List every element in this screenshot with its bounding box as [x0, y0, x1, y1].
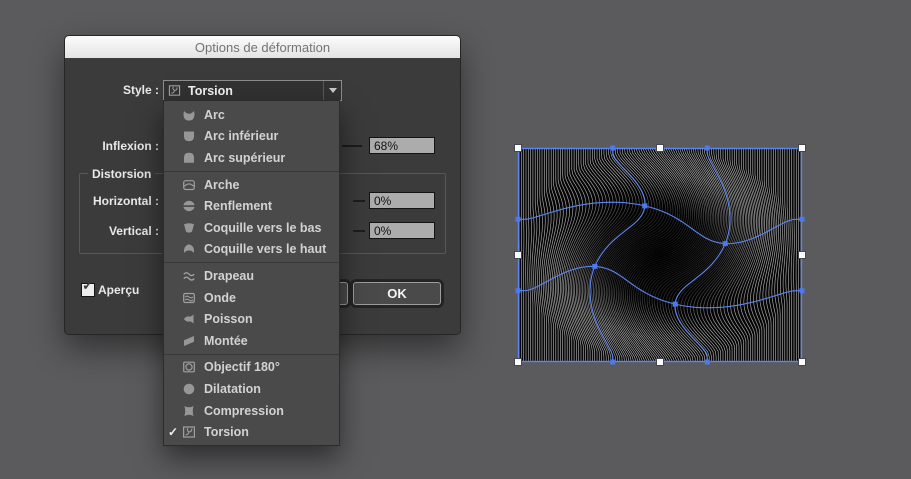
warped-artwork[interactable] [518, 148, 802, 362]
menu-item-wave[interactable]: Onde [164, 287, 339, 309]
menu-item-label: Arche [204, 178, 239, 192]
horizontal-input[interactable] [369, 192, 435, 209]
mesh-anchor [705, 360, 710, 365]
fisheye-icon [181, 359, 197, 375]
menu-separator [164, 171, 339, 172]
menu-item-bulge[interactable]: Renflement [164, 195, 339, 217]
arc-upper-icon [181, 150, 197, 166]
selection-handle [799, 145, 806, 152]
vertical-label: Vertical : [65, 224, 159, 238]
mesh-anchor [610, 360, 615, 365]
menu-item-rise[interactable]: Montée [164, 330, 339, 352]
menu-item-label: Drapeau [204, 269, 254, 283]
ok-button-label: OK [387, 286, 407, 301]
menu-item-twist[interactable]: ✓ Torsion [164, 421, 339, 443]
inflexion-input[interactable] [369, 137, 435, 154]
flag-icon [181, 268, 197, 284]
selection-handle [799, 359, 806, 366]
selection-handle [515, 145, 522, 152]
squeeze-icon [181, 403, 197, 419]
horizontal-slider-track[interactable] [353, 200, 365, 202]
style-dropdown[interactable]: Torsion [163, 80, 342, 101]
horizontal-label: Horizontal : [65, 194, 159, 208]
menu-item-fisheye[interactable]: Objectif 180° [164, 357, 339, 379]
inflexion-label: Inflexion : [65, 139, 159, 153]
checkmark-icon: ✓ [82, 277, 94, 294]
rise-icon [181, 333, 197, 349]
mesh-anchor [800, 288, 805, 293]
menu-separator [164, 354, 339, 355]
distorsion-group-label: Distorsion [88, 167, 155, 181]
menu-item-arc-upper[interactable]: Arc supérieur [164, 147, 339, 169]
menu-item-shell-lower[interactable]: Coquille vers le bas [164, 217, 339, 239]
menu-item-label: Poisson [204, 312, 253, 326]
menu-separator [164, 262, 339, 263]
mesh-anchor [610, 146, 615, 151]
inflate-icon [181, 381, 197, 397]
shell-upper-icon [181, 241, 197, 257]
menu-item-shell-upper[interactable]: Coquille vers le haut [164, 239, 339, 261]
selection-handle [657, 145, 664, 152]
twist-icon [167, 83, 182, 98]
ok-button[interactable]: OK [353, 282, 441, 305]
dialog-titlebar[interactable]: Options de déformation [65, 36, 460, 58]
vertical-slider-track[interactable] [353, 230, 365, 232]
apercu-label: Aperçu [98, 283, 139, 297]
mesh-anchor [800, 217, 805, 222]
menu-item-label: Onde [204, 291, 236, 305]
twist-icon [181, 424, 197, 440]
style-dropdown-value: Torsion [188, 84, 233, 98]
arch-icon [181, 177, 197, 193]
menu-item-label: Objectif 180° [204, 360, 280, 374]
arc-icon [181, 107, 197, 123]
style-dropdown-arrow-button[interactable] [323, 81, 341, 100]
mesh-anchor [673, 302, 678, 307]
bulge-icon [181, 198, 197, 214]
inflexion-slider-track[interactable] [342, 145, 362, 147]
shell-lower-icon [181, 220, 197, 236]
menu-item-arc[interactable]: Arc [164, 104, 339, 126]
menu-item-label: Arc inférieur [204, 129, 278, 143]
menu-item-label: Coquille vers le bas [204, 221, 321, 235]
warp-mesh-svg [518, 148, 802, 362]
menu-item-label: Coquille vers le haut [204, 242, 326, 256]
menu-item-label: Arc [204, 108, 225, 122]
mesh-anchor [705, 146, 710, 151]
mesh-anchor [642, 203, 647, 208]
application-canvas: Options de déformation Style : Torsion I… [0, 0, 911, 479]
mesh-anchor [592, 264, 597, 269]
style-menu: Arc Arc inférieur Arc supérieur Arche Renfle… [163, 100, 340, 446]
arc-lower-icon [181, 128, 197, 144]
wave-icon [181, 290, 197, 306]
menu-item-flag[interactable]: Drapeau [164, 265, 339, 287]
menu-item-label: Dilatation [204, 382, 261, 396]
mesh-anchor [516, 288, 521, 293]
dialog-title: Options de déformation [195, 40, 330, 55]
fish-icon [181, 311, 197, 327]
menu-item-label: Montée [204, 334, 248, 348]
style-label: Style : [65, 83, 159, 97]
selection-handle [799, 252, 806, 259]
menu-item-label: Arc supérieur [204, 151, 285, 165]
mesh-anchor [516, 217, 521, 222]
menu-item-label: Compression [204, 404, 284, 418]
menu-item-arc-lower[interactable]: Arc inférieur [164, 126, 339, 148]
menu-item-fish[interactable]: Poisson [164, 308, 339, 330]
selection-handle [515, 252, 522, 259]
menu-item-inflate[interactable]: Dilatation [164, 378, 339, 400]
menu-item-label: Torsion [204, 425, 249, 439]
chevron-down-icon [329, 88, 337, 93]
menu-item-squeeze[interactable]: Compression [164, 400, 339, 422]
menu-item-label: Renflement [204, 199, 272, 213]
mesh-anchor [723, 241, 728, 246]
vertical-input[interactable] [369, 222, 435, 239]
selection-handle [515, 359, 522, 366]
menu-checkmark-icon: ✓ [164, 425, 181, 439]
selection-handle [657, 359, 664, 366]
menu-item-arch[interactable]: Arche [164, 174, 339, 196]
